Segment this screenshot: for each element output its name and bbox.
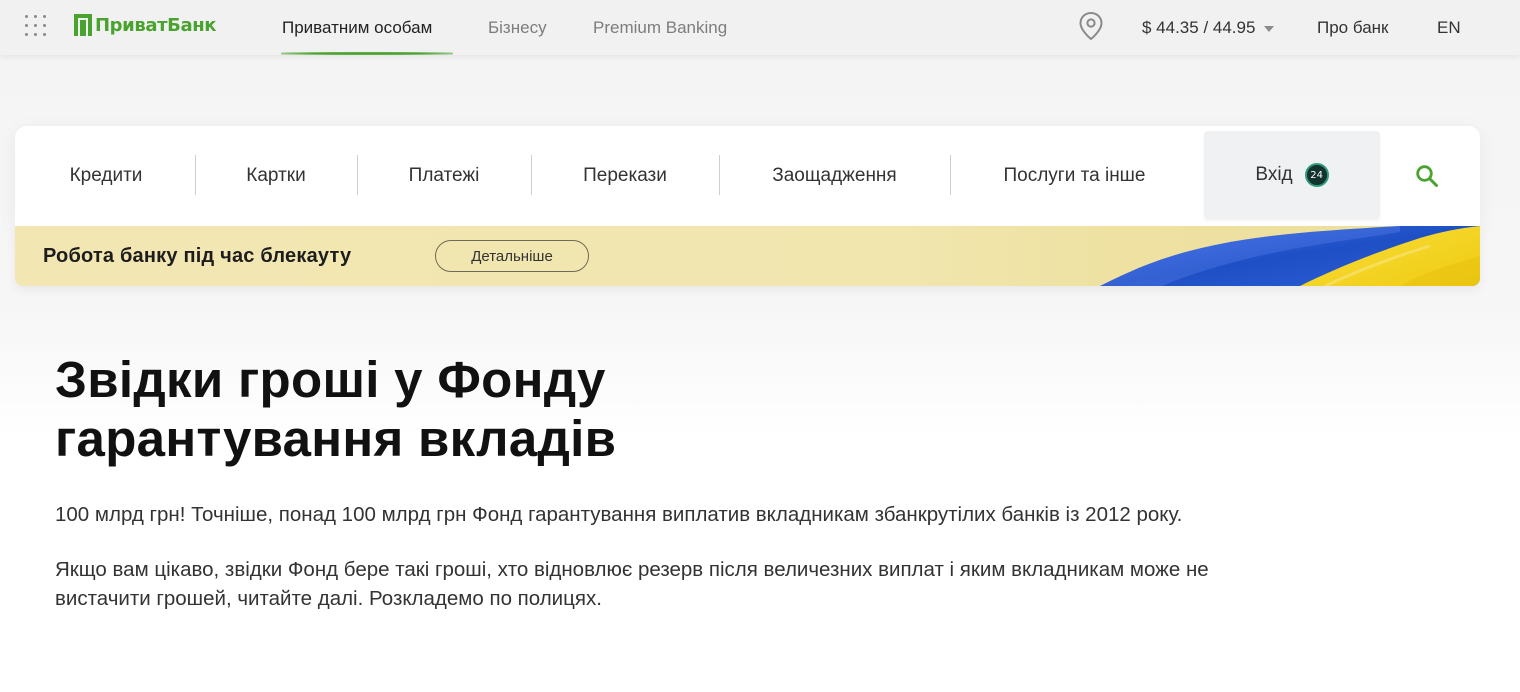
logo-text: ПриватБанк — [95, 14, 217, 36]
ukraine-flag-image — [1100, 226, 1480, 286]
caret-down-icon — [1264, 25, 1275, 32]
main-navigation: Кредити Картки Платежі Перекази Заощадже… — [15, 126, 1480, 226]
language-switch[interactable]: EN — [1437, 0, 1461, 55]
banner-details-button[interactable]: Детальніше — [435, 240, 589, 272]
active-nav-underline — [281, 52, 453, 55]
article-paragraph-2: Якщо вам цікаво, звідки Фонд бере такі г… — [55, 555, 1455, 613]
location-pin-icon[interactable] — [1078, 11, 1104, 41]
exchange-rate-dropdown[interactable]: $ 44.35 / 44.95 — [1142, 0, 1275, 55]
article-title: Звідки гроші у Фонду гарантування вкладі… — [55, 350, 955, 468]
article-paragraph-1: 100 млрд грн! Точніше, понад 100 млрд гр… — [55, 503, 1183, 526]
nav-item-transfers[interactable]: Перекази — [531, 126, 719, 226]
nav-item-savings[interactable]: Заощадження — [719, 126, 950, 226]
nav-item-cards[interactable]: Картки — [195, 126, 357, 226]
nav-item-services[interactable]: Послуги та інше — [950, 126, 1199, 226]
article-paragraph-2-line-2: вистачити грошей, читайте далі. Розкладе… — [55, 587, 602, 610]
privat24-badge-icon: 24 — [1304, 163, 1329, 187]
exchange-rate-value: $ 44.35 / 44.95 — [1142, 17, 1256, 37]
grid-menu-icon[interactable] — [25, 15, 46, 36]
nav-item-credits[interactable]: Кредити — [15, 126, 197, 226]
search-icon[interactable] — [1415, 164, 1439, 188]
article-title-line-1: Звідки гроші у Фонду — [55, 351, 606, 408]
blackout-banner: Робота банку під час блекауту Детальніше — [15, 226, 1480, 286]
about-bank-link[interactable]: Про банк — [1317, 0, 1388, 55]
article-title-line-2: гарантування вкладів — [55, 410, 617, 467]
top-nav-premium[interactable]: Premium Banking — [593, 0, 727, 55]
top-bar: ПриватБанк Приватним особам Бізнесу Prem… — [0, 0, 1520, 55]
login-label: Вхід — [1255, 164, 1293, 185]
top-nav-business[interactable]: Бізнесу — [488, 0, 547, 55]
banner-title: Робота банку під час блекауту — [43, 244, 352, 267]
privatbank-logo-mark-icon — [74, 14, 92, 36]
login-button[interactable]: Вхід 24 — [1204, 131, 1380, 219]
nav-item-payments[interactable]: Платежі — [357, 126, 531, 226]
privatbank-logo[interactable]: ПриватБанк — [74, 12, 216, 38]
top-nav-private[interactable]: Приватним особам — [282, 0, 432, 55]
article-paragraph-2-line-1: Якщо вам цікаво, звідки Фонд бере такі г… — [55, 558, 1209, 581]
